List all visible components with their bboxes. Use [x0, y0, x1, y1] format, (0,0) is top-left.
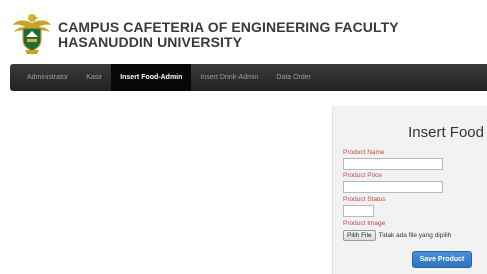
product-status-label: Product Status	[343, 196, 386, 203]
choose-file-button[interactable]: Pilih File	[343, 230, 376, 241]
site-header: CAMPUS CAFETERIA OF ENGINEERING FACULTY …	[0, 0, 487, 62]
product-image-label: Product Image	[343, 220, 386, 227]
site-title-line-1: CAMPUS CAFETERIA OF ENGINEERING FACULTY	[58, 19, 399, 35]
save-product-button[interactable]: Save Product	[412, 251, 472, 268]
page: CAMPUS CAFETERIA OF ENGINEERING FACULTY …	[0, 0, 487, 274]
nav-item-kasir[interactable]: Kasir	[77, 64, 111, 91]
site-title-line-2: HASANUDDIN UNIVERSITY	[58, 34, 243, 50]
main-navbar: Administrator Kasir Insert Food-Admin In…	[10, 64, 487, 91]
product-price-label: Product Price	[343, 172, 383, 179]
product-name-label: Product Name	[343, 149, 385, 156]
product-name-input[interactable]	[343, 158, 443, 170]
product-status-input[interactable]	[343, 205, 374, 217]
form-title: Insert Food	[408, 124, 484, 141]
nav-item-data-order[interactable]: Data Order	[267, 64, 320, 91]
nav-item-insert-drink-admin[interactable]: Insert Drink-Admin	[191, 64, 267, 91]
university-crest-icon	[13, 14, 51, 54]
nav-item-insert-food-admin[interactable]: Insert Food-Admin	[111, 64, 192, 91]
site-title: CAMPUS CAFETERIA OF ENGINEERING FACULTY …	[58, 20, 399, 50]
product-image-file-picker: Pilih File Tidak ada file yang dipilih	[343, 230, 451, 241]
insert-food-form: Insert Food Product Name Product Price P…	[332, 106, 487, 274]
product-price-input[interactable]	[343, 181, 443, 193]
file-status-text: Tidak ada file yang dipilih	[378, 232, 452, 239]
nav-item-administrator[interactable]: Administrator	[10, 64, 77, 91]
